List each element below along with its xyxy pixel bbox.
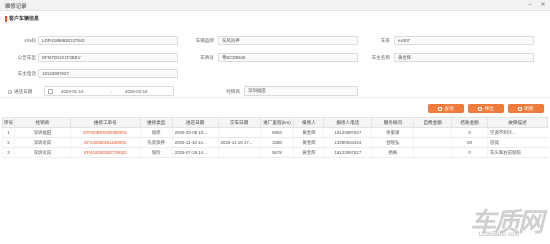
window-titlebar: 维修记录 – ✕ <box>0 0 550 11</box>
table-cell: 2025-03-08 10... <box>171 127 219 138</box>
brand-field[interactable]: 东风风神 <box>218 36 358 45</box>
table-cell: 杨梅 <box>371 147 414 158</box>
refresh-button-label: 刷新 <box>524 106 534 111</box>
table-cell: 60 <box>451 137 488 148</box>
owner-field[interactable]: 黄金辉 <box>394 53 534 62</box>
repair-records-table: 序号 经销商 维修工单号 维修类型 进店日期 交车日期 进厂里程(km) 报修人… <box>2 117 548 158</box>
table-header-row: 序号 经销商 维修工单号 维修类型 进店日期 交车日期 进厂里程(km) 报修人… <box>2 117 548 128</box>
table-cell: 18123897627 <box>323 127 372 138</box>
table-cell: 0 <box>451 147 488 158</box>
export-button-label: 导出 <box>484 106 494 111</box>
work-order-link[interactable]: EF440050251180002 <box>69 137 141 148</box>
section-accent-bar <box>5 15 7 22</box>
minimize-icon[interactable]: – <box>526 1 534 9</box>
series-field[interactable]: ev007 <box>394 36 534 45</box>
table-cell: 5678 <box>259 147 294 158</box>
calendar-icon <box>48 89 53 94</box>
owner-phone-label: 车主电话 <box>17 71 36 76</box>
column-header[interactable]: 进店日期 <box>171 117 219 128</box>
table-cell: 深圳龙岗 <box>13 147 71 158</box>
table-cell: 13380934434 <box>323 137 372 148</box>
search-button-label: 查询 <box>444 106 454 111</box>
owner-label: 车主名称 <box>371 55 390 60</box>
notice-model-label: 公告车型 <box>17 55 36 60</box>
table-cell: 2025-07-29 14... <box>171 147 219 158</box>
table-cell: 6803 <box>259 127 294 138</box>
brand-label: 车辆品牌 <box>195 38 214 43</box>
site-watermark: 车质网 12365auto.com <box>470 202 548 242</box>
table-row[interactable]: 1 深圳福田 EP400BR0290380001 保修 2025-03-08 1… <box>2 127 548 138</box>
table-cell: 黄金辉 <box>293 137 324 148</box>
table-cell: 3388 <box>259 137 294 148</box>
work-order-link[interactable]: EP440050250729003 <box>69 147 141 158</box>
column-header[interactable]: 维修类型 <box>139 117 173 128</box>
search-button[interactable]: 查询 <box>428 104 464 113</box>
dealer-filter-field[interactable]: 深圳福田 <box>244 86 358 96</box>
table-row[interactable]: 3 深圳龙岗 EP440050250729003 保险 2025-07-29 1… <box>2 147 548 158</box>
column-header[interactable]: 交车日期 <box>217 117 261 128</box>
column-header[interactable]: 维修工单号 <box>69 117 141 128</box>
column-header[interactable]: 自费金额 <box>413 117 453 128</box>
section-title: 客户车辆信息 <box>9 16 40 22</box>
notice-model-field[interactable]: DFM7001S1F3BEV <box>38 53 178 62</box>
work-order-link[interactable]: EP400BR0290380001 <box>69 127 141 138</box>
table-cell: 1 <box>2 127 15 138</box>
watermark-url: 12365auto.com <box>478 232 520 238</box>
table-cell: 黄金辉 <box>293 127 324 138</box>
table-cell: 深圳福田 <box>13 127 71 138</box>
table-cell: 0 <box>451 127 488 138</box>
refresh-icon <box>518 106 523 111</box>
window-title: 维修记录 <box>5 4 27 10</box>
table-cell <box>413 127 452 138</box>
date-from: 2023-01-14 <box>61 88 84 94</box>
date-range-separator: → <box>109 88 114 94</box>
section-heading: 客户车辆信息 <box>5 15 39 22</box>
table-cell: 3 <box>2 147 15 158</box>
dealer-filter-label: 经销商 <box>226 89 240 94</box>
table-cell: 2025-11-16 17... <box>217 137 261 148</box>
close-icon[interactable]: ✕ <box>539 1 547 9</box>
table-cell: 深圳龙岗 <box>13 137 71 148</box>
table-cell: 保险 <box>139 147 173 158</box>
column-header[interactable]: 故障描述 <box>487 117 548 128</box>
date-to: 2026-03-15 <box>125 88 148 94</box>
owner-phone-field[interactable]: 18123897627 <box>38 69 178 78</box>
divider <box>0 97 550 98</box>
column-header[interactable]: 序号 <box>2 117 15 128</box>
table-cell: 首保 <box>487 137 548 148</box>
date-filter-radio[interactable] <box>8 90 12 94</box>
search-icon <box>438 106 443 111</box>
table-row[interactable]: 2 深圳龙岗 EF440050251180002 先装保养 2025-11-16… <box>2 137 548 148</box>
plate-field[interactable]: 粤BCD9549 <box>218 53 358 62</box>
table-cell: 黄金辉 <box>293 147 324 158</box>
export-button[interactable]: 导出 <box>468 104 504 113</box>
vin-label: VIN码 <box>23 38 36 43</box>
column-header[interactable]: 报修人电话 <box>323 117 373 128</box>
table-cell: 车头和右前保照 <box>487 147 548 158</box>
table-cell: 先装保养 <box>139 137 173 148</box>
column-header[interactable]: 经销商 <box>13 117 71 128</box>
table-cell: 余俊锋 <box>371 127 414 138</box>
table-cell: 2 <box>2 137 15 148</box>
table-cell: 2025-11-16 14... <box>171 137 219 148</box>
table-cell <box>413 137 452 148</box>
table-cell <box>217 127 261 138</box>
vin-field[interactable]: LDP41896850137842 <box>38 36 178 45</box>
table-cell: 保修 <box>139 127 173 138</box>
table-cell: 甘晓弘 <box>371 137 414 148</box>
column-header[interactable]: 报修人 <box>293 117 325 128</box>
plate-label: 车牌号 <box>200 55 214 60</box>
table-cell <box>413 147 452 158</box>
series-label: 车系 <box>380 38 390 43</box>
date-range-picker[interactable]: 2023-01-14 → 2026-03-15 <box>44 86 174 96</box>
table-cell: 空调不制冷... <box>487 127 548 138</box>
date-filter-label: 进店日期 <box>14 89 33 94</box>
table-cell <box>217 147 261 158</box>
export-icon <box>478 106 483 111</box>
table-cell: 18123897627 <box>323 147 372 158</box>
column-header[interactable]: 进厂里程(km) <box>259 117 295 128</box>
column-header[interactable]: 服务顾问 <box>371 117 415 128</box>
column-header[interactable]: 结账金额 <box>451 117 489 128</box>
refresh-button[interactable]: 刷新 <box>508 104 544 113</box>
